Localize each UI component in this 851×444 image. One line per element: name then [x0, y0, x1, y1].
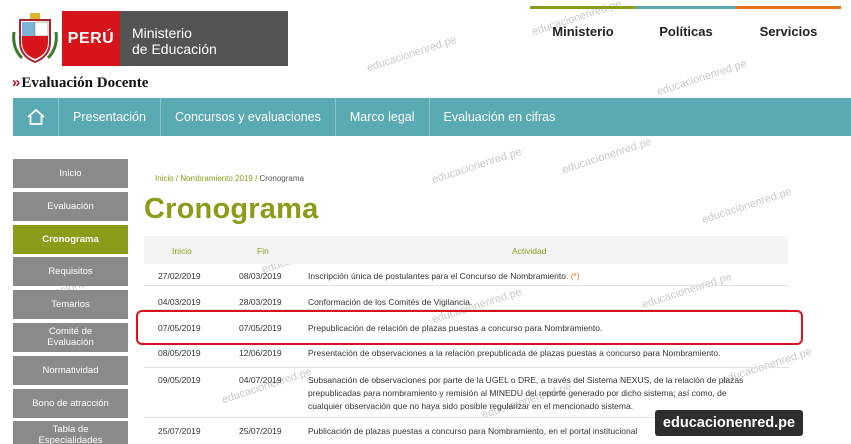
highlight-box [136, 310, 803, 345]
sidebar-item-requisitos[interactable]: Requisitos [13, 257, 128, 287]
breadcrumb-sep: / [252, 174, 260, 183]
nav-marco-legal[interactable]: Marco legal [336, 98, 430, 136]
home-icon [26, 108, 45, 125]
column-header-actividad: Actividad [512, 246, 547, 256]
table-row: 27/02/2019 08/03/2019 Inscripción única … [144, 264, 788, 286]
column-header-inicio: Inicio [172, 246, 192, 256]
cell-start: 25/07/2019 [158, 426, 201, 436]
top-nav: Ministerio Políticas Servicios [530, 0, 841, 46]
sidebar-item-normatividad[interactable]: Normatividad [13, 355, 128, 385]
sidebar-item-cronograma[interactable]: Cronograma [13, 224, 128, 254]
cell-start: 08/05/2019 [158, 348, 201, 358]
cell-start: 09/05/2019 [158, 375, 201, 385]
watermark-text: educacionenred.pe [655, 57, 749, 99]
ministry-line1: Ministerio [132, 25, 192, 41]
sidebar-item-temarios[interactable]: Temarios [13, 290, 128, 320]
cell-end: 25/07/2019 [239, 426, 282, 436]
sidebar-item-evaluacion[interactable]: Evaluación [13, 191, 128, 221]
cell-activity: Presentación de observaciones a la relac… [308, 348, 721, 358]
sidebar-item-comite[interactable]: Comité de Evaluación [13, 322, 128, 352]
breadcrumb-section[interactable]: Nombramiento 2019 [180, 174, 252, 183]
cell-end: 28/03/2019 [239, 297, 282, 307]
cell-activity-line: cualquier observación que no haya sido p… [308, 401, 634, 411]
watermark-text: educacionenred.pe [430, 145, 524, 187]
sidebar: Inicio Evaluación Cronograma Requisitos … [13, 159, 128, 444]
cell-activity-line: prepublicadas para nombramiento y remisi… [308, 388, 727, 398]
page-title: Cronograma [144, 193, 319, 225]
breadcrumb-current: Cronograma [259, 174, 304, 183]
breadcrumb-home[interactable]: Inicio [155, 174, 174, 183]
sidebar-item-bono[interactable]: Bono de atracción [13, 388, 128, 418]
activity-text: Inscripción única de postulantes para el… [308, 271, 569, 281]
nav-presentacion[interactable]: Presentación [59, 98, 161, 136]
watermark-badge: educacionenred.pe [655, 410, 803, 436]
table-row: 08/05/2019 12/06/2019 Presentación de ob… [144, 344, 788, 368]
watermark-text: educacionenred.pe [365, 33, 459, 75]
watermark-text: educacionenred.pe [560, 135, 654, 177]
topnav-item-ministerio[interactable]: Ministerio [530, 6, 636, 46]
table-row: 04/03/2019 28/03/2019 Conformación de lo… [144, 286, 788, 310]
cell-end: 04/07/2019 [239, 375, 282, 385]
topnav-bar [530, 6, 636, 9]
topnav-bar [736, 6, 841, 9]
main-nav: Presentación Concursos y evaluaciones Ma… [13, 98, 851, 136]
cell-end: 12/06/2019 [239, 348, 282, 358]
column-header-fin: Fin [257, 246, 269, 256]
cell-activity: Inscripción única de postulantes para el… [308, 271, 580, 281]
watermark-text: educacionenred.pe [700, 185, 794, 227]
brand-title: Evaluación Docente [21, 75, 149, 91]
cell-start: 04/03/2019 [158, 297, 201, 307]
footnote-link[interactable]: (*) [571, 271, 580, 281]
peru-logo[interactable]: PERÚ [62, 11, 120, 66]
sidebar-item-especialidades[interactable]: Tabla de Especialidades Afines [13, 421, 128, 444]
nav-concursos[interactable]: Concursos y evaluaciones [161, 98, 336, 136]
cell-activity: Publicación de plazas puestas a concurso… [308, 426, 638, 436]
nav-evaluacion-cifras[interactable]: Evaluación en cifras [430, 98, 570, 136]
breadcrumb: Inicio / Nombramiento 2019 / Cronograma [155, 174, 304, 183]
cell-activity: Conformación de los Comités de Vigilanci… [308, 297, 473, 307]
country-label: PERÚ [67, 29, 115, 47]
topnav-item-servicios[interactable]: Servicios [736, 6, 841, 46]
topnav-label: Ministerio [552, 24, 614, 39]
topnav-label: Políticas [659, 24, 713, 39]
ministry-line2: de Educación [132, 41, 217, 57]
sidebar-item-inicio[interactable]: Inicio [13, 159, 128, 188]
ministry-logo[interactable]: Ministerio de Educación [120, 11, 288, 66]
topnav-bar [636, 6, 736, 9]
cell-activity-line: Subsanación de observaciones por parte d… [308, 375, 744, 385]
brand-chevron-icon: » [12, 74, 21, 91]
site-brand[interactable]: »Evaluación Docente [12, 74, 148, 92]
home-button[interactable] [13, 98, 59, 136]
table-header: Inicio Fin Actividad [144, 236, 788, 264]
coat-of-arms-icon [10, 12, 60, 64]
cell-start: 27/02/2019 [158, 271, 201, 281]
topnav-label: Servicios [759, 24, 818, 39]
topnav-item-politicas[interactable]: Políticas [636, 6, 736, 46]
cell-end: 08/03/2019 [239, 271, 282, 281]
